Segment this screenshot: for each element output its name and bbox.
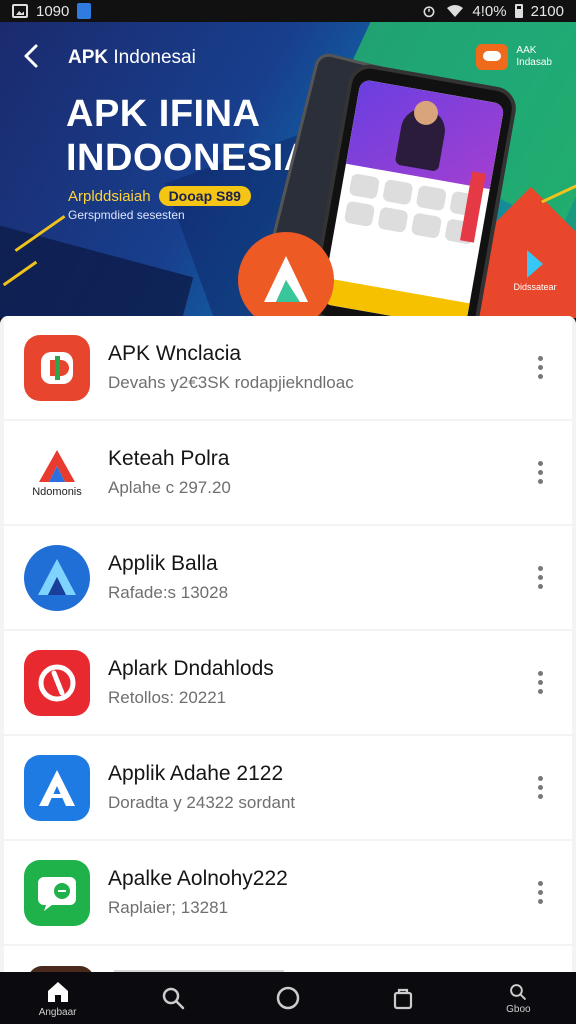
brand-bold: APK (68, 47, 109, 68)
search-small-icon (510, 983, 527, 1000)
app-icon-2: Ndomonis (24, 439, 90, 506)
nav-search-label: Gboo (506, 1003, 531, 1015)
circle-home-icon (276, 986, 300, 1010)
nav-home[interactable]: Angbaar (18, 972, 98, 1024)
hero-subtitle-2: Gerspmdied sesesten (68, 208, 185, 222)
app-list: APK Wnclacia Devahs y2€3SK rodapjiekndlo… (0, 316, 576, 972)
nav-library[interactable] (363, 972, 443, 1024)
bag-icon (394, 988, 413, 1010)
corner-badge: AAK Indasab (476, 44, 552, 70)
hero-subtitle: Arplddsiaiah Dooap S89 (68, 186, 251, 206)
more-options-icon[interactable] (530, 354, 550, 382)
app-meta: Aplahe c 297.20 (108, 477, 231, 497)
app-icon-6 (24, 859, 90, 926)
corner-badge-line2: Indasab (516, 57, 552, 68)
nav-center[interactable] (248, 972, 328, 1024)
more-options-icon[interactable] (530, 564, 550, 592)
search-icon (162, 987, 185, 1010)
brand-logo: APK Indonesai (68, 47, 196, 69)
list-item[interactable]: Apalke Aolnohy222 Raplaier; 13281 (4, 841, 572, 944)
play-corner-label: Didssatear (513, 282, 557, 292)
back-arrow-icon (24, 44, 38, 68)
apk-a-logo-icon (238, 232, 334, 318)
app-meta: Rafade:s 13028 (108, 582, 229, 602)
battery-percent: 4!0% (472, 2, 507, 20)
app-meta: Retollos: 20221 (108, 687, 227, 707)
app-name: Applik Adahe 2122 (108, 761, 284, 785)
more-options-icon[interactable] (530, 879, 550, 907)
hero-title: APK IFINA INDOONESIA (66, 92, 312, 180)
hero-subtitle-text: Arplddsiaiah (68, 187, 151, 205)
list-item[interactable]: APK Wnclacia Devahs y2€3SK rodapjiekndlo… (4, 316, 572, 419)
list-item[interactable]: Applik Balla Rafade:s 13028 (4, 526, 572, 629)
play-store-corner: Didssatear (510, 250, 560, 310)
back-button[interactable] (18, 42, 48, 72)
app-name: Applik Balla (108, 551, 218, 575)
nav-home-label: Angbaar (38, 1006, 77, 1018)
list-item-partial[interactable] (4, 946, 572, 972)
hero-pill[interactable]: Dooap S89 (158, 186, 251, 206)
home-icon (47, 981, 68, 1002)
app-name: Aplark Dndahlods (108, 656, 274, 680)
alarm-icon (423, 6, 435, 18)
more-options-icon[interactable] (530, 459, 550, 487)
app-name: Apalke Aolnohy222 (108, 866, 288, 890)
nav-search-small[interactable]: Gboo (478, 972, 558, 1024)
corner-badge-line1: AAK (516, 45, 537, 56)
list-item[interactable]: Ndomonis Keteah Polra Aplahe c 297.20 (4, 421, 572, 524)
app-notification-icon (77, 3, 92, 19)
app-name: Keteah Polra (108, 446, 230, 470)
bottom-nav: Angbaar Gboo (0, 972, 576, 1024)
app-icon-3 (24, 544, 90, 611)
gallery-notification-icon (12, 4, 28, 18)
app-meta: Raplaier; 13281 (108, 897, 229, 917)
nav-search[interactable] (133, 972, 213, 1024)
list-item[interactable]: Aplark Dndahlods Retollos: 20221 (4, 631, 572, 734)
hero-banner: APK Indonesai AAK Indasab APK IFINA INDO… (0, 22, 576, 318)
brand-rest: Indonesai (113, 47, 196, 68)
chat-bubble-icon (476, 44, 509, 70)
hero-title-line1: APK IFINA (66, 93, 261, 135)
app-icon-4 (24, 649, 90, 716)
more-options-icon[interactable] (530, 774, 550, 802)
wifi-icon (447, 5, 464, 17)
play-triangle-icon (527, 250, 543, 278)
app-icon-1 (24, 334, 90, 401)
status-time-left: 1090 (36, 2, 70, 20)
status-bar: 1090 4!0% 2100 (0, 0, 576, 22)
status-time-right: 2100 (530, 2, 564, 20)
more-options-icon[interactable] (530, 669, 550, 697)
app-icon-label: Ndomonis (32, 485, 82, 498)
hero-title-line2: INDOONESIA (66, 137, 312, 179)
app-meta: Devahs y2€3SK rodapjiekndloac (108, 372, 354, 392)
list-item[interactable]: Applik Adahe 2122 Doradta y 24322 sordan… (4, 736, 572, 839)
app-name: APK Wnclacia (108, 341, 242, 365)
app-icon-5 (24, 754, 90, 821)
app-meta: Doradta y 24322 sordant (108, 792, 296, 812)
battery-icon (514, 4, 523, 18)
